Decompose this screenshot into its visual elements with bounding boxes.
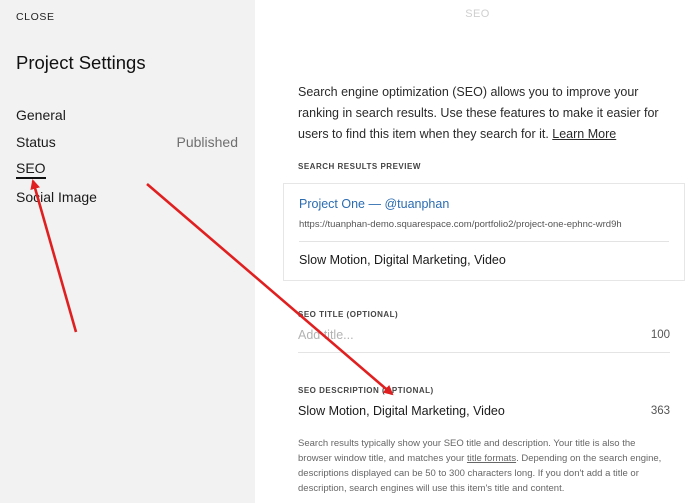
preview-title: Project One — @tuanphan bbox=[299, 197, 450, 211]
seo-description-row[interactable]: Slow Motion, Digital Marketing, Video 36… bbox=[298, 404, 670, 418]
intro-paragraph: Search engine optimization (SEO) allows … bbox=[298, 82, 670, 145]
sidebar: CLOSE Project Settings General Status Pu… bbox=[0, 0, 255, 503]
seo-description-label: SEO DESCRIPTION (OPTIONAL) bbox=[298, 386, 434, 395]
sidebar-item-status[interactable]: Status Published bbox=[16, 129, 238, 157]
seo-intro: Search engine optimization (SEO) allows … bbox=[298, 82, 670, 145]
sidebar-item-label: Status bbox=[16, 134, 56, 151]
sidebar-item-label: Social Image bbox=[16, 189, 97, 206]
sidebar-item-label: SEO bbox=[16, 160, 46, 180]
sidebar-item-label: General bbox=[16, 106, 66, 123]
panel-header: SEO bbox=[465, 8, 490, 20]
seo-title-input[interactable] bbox=[298, 328, 598, 342]
seo-title-field: SEO TITLE (OPTIONAL) 100 bbox=[298, 310, 670, 353]
learn-more-link[interactable]: Learn More bbox=[552, 127, 616, 141]
sidebar-item-general[interactable]: General bbox=[16, 101, 238, 129]
preview-description: Slow Motion, Digital Marketing, Video bbox=[299, 253, 506, 267]
sidebar-item-seo[interactable]: SEO bbox=[16, 156, 238, 184]
seo-title-char-count: 100 bbox=[650, 329, 670, 341]
search-preview-label: SEARCH RESULTS PREVIEW bbox=[298, 162, 421, 171]
status-value: Published bbox=[176, 134, 239, 151]
seo-panel: SEO Search engine optimization (SEO) all… bbox=[255, 0, 700, 503]
page-title: Project Settings bbox=[16, 52, 146, 73]
seo-description-field: SEO DESCRIPTION (OPTIONAL) Slow Motion, … bbox=[298, 386, 670, 418]
seo-help-text: Search results typically show your SEO t… bbox=[298, 436, 670, 496]
close-button[interactable]: CLOSE bbox=[16, 11, 55, 23]
seo-description-input[interactable]: Slow Motion, Digital Marketing, Video bbox=[298, 404, 505, 418]
sidebar-item-social-image[interactable]: Social Image bbox=[16, 184, 238, 212]
seo-title-row: 100 bbox=[298, 328, 670, 353]
preview-divider bbox=[299, 241, 669, 242]
preview-url: https://tuanphan-demo.squarespace.com/po… bbox=[299, 219, 622, 230]
title-formats-link[interactable]: title formats bbox=[467, 453, 516, 464]
seo-title-label: SEO TITLE (OPTIONAL) bbox=[298, 310, 399, 319]
search-preview-card: Project One — @tuanphan https://tuanphan… bbox=[283, 183, 685, 281]
settings-nav: General Status Published SEO Social Imag… bbox=[16, 101, 238, 211]
seo-description-char-count: 363 bbox=[650, 405, 670, 417]
